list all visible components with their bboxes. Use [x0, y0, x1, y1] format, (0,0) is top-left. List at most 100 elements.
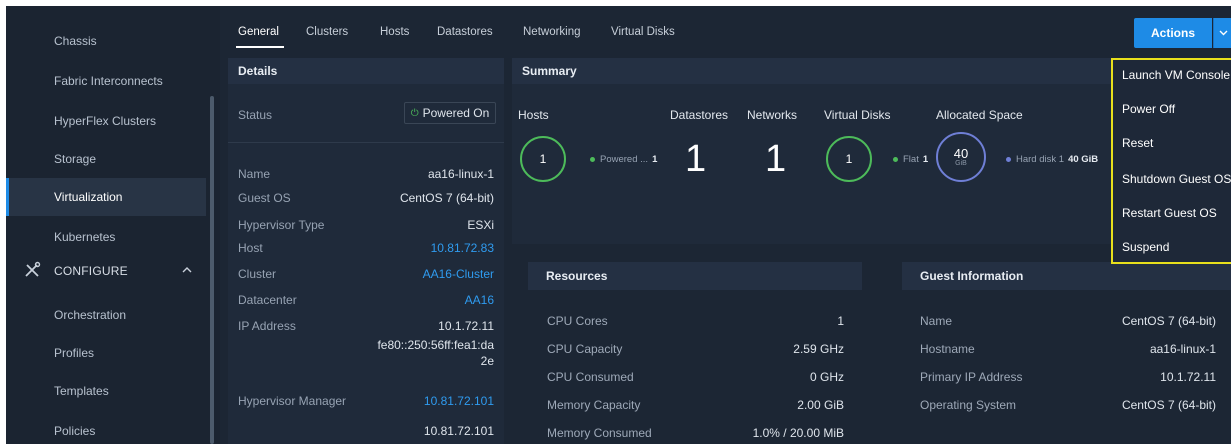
actions-dropdown-toggle[interactable] — [1213, 18, 1231, 48]
primary-ip-label: Primary IP Address — [920, 370, 1023, 384]
hosts-label: Hosts — [518, 108, 549, 122]
allocated-space-label: Allocated Space — [936, 108, 1023, 122]
guest-name-label: Name — [920, 314, 953, 328]
operating-system-value: CentOS 7 (64-bit) — [1121, 398, 1216, 412]
sidebar-item-profiles[interactable]: Profiles — [6, 334, 206, 372]
sidebar-item-policies[interactable]: Policies — [6, 412, 206, 444]
hostname-label: Hostname — [920, 342, 975, 356]
sidebar-item-label: Storage — [54, 152, 97, 166]
status-label: Status — [238, 108, 273, 122]
name-label: Name — [238, 167, 271, 181]
menu-item-shutdown-guest-os[interactable]: Shutdown Guest OS — [1122, 172, 1231, 186]
summary-panel: Summary Hosts 1 Powered ... 1 Datastores… — [512, 58, 1112, 244]
virtual-disks-count: 1 — [845, 152, 853, 166]
cpu-capacity-label: CPU Capacity — [547, 342, 623, 356]
tab-virtual-disks[interactable]: Virtual Disks — [611, 26, 675, 38]
guest-information-title: Guest Information — [902, 262, 1231, 290]
divider — [228, 142, 504, 143]
actions-button[interactable]: Actions — [1134, 18, 1212, 48]
hypervisor-manager-label: Hypervisor Manager — [238, 394, 347, 408]
ip-address-label: IP Address — [238, 319, 296, 333]
sidebar-item-label: Fabric Interconnects — [54, 74, 163, 88]
menu-item-suspend[interactable]: Suspend — [1122, 240, 1169, 254]
virtual-disks-label: Virtual Disks — [824, 108, 891, 122]
legend-dot — [893, 157, 898, 162]
tab-bar: General Clusters Hosts Datastores Networ… — [220, 6, 1231, 54]
tab-general[interactable]: General — [238, 26, 279, 38]
menu-item-launch-vm-console[interactable]: Launch VM Console — [1122, 68, 1230, 82]
sidebar-item-templates[interactable]: Templates — [6, 372, 206, 410]
allocated-space-legend-value: 40 GiB — [1068, 154, 1099, 165]
virtual-disks-legend: Flat 1 — [893, 154, 928, 165]
cluster-link[interactable]: AA16-Cluster — [423, 267, 494, 281]
host-link[interactable]: 10.81.72.83 — [431, 241, 494, 255]
guest-os-label: Guest OS — [238, 191, 291, 205]
legend-dot — [1006, 157, 1011, 162]
tab-networking[interactable]: Networking — [523, 26, 581, 38]
datastores-count[interactable]: 1 — [685, 138, 706, 181]
datacenter-label: Datacenter — [238, 293, 297, 307]
sidebar-item-chassis[interactable]: Chassis — [6, 22, 206, 60]
active-tab-indicator — [236, 46, 284, 48]
guest-os-value: CentOS 7 (64-bit) — [399, 191, 494, 205]
resources-title: Resources — [528, 262, 862, 290]
sidebar-item-label: Templates — [54, 384, 109, 398]
sidebar-item-label: Orchestration — [54, 308, 127, 322]
hypervisor-manager-ip: 10.81.72.101 — [423, 424, 494, 438]
cpu-capacity-value: 2.59 GHz — [793, 342, 844, 356]
memory-consumed-value: 1.0% / 20.00 MiB — [752, 426, 844, 440]
chevron-up-icon — [182, 267, 192, 273]
sidebar-section-configure[interactable]: CONFIGURE — [6, 252, 206, 290]
status-badge: ⏻ Powered On — [404, 102, 496, 124]
host-label: Host — [238, 241, 263, 255]
ipv6-address-line2: 2e — [480, 354, 494, 368]
virtual-disks-ring[interactable]: 1 — [826, 136, 872, 182]
sidebar-item-label: Policies — [54, 424, 96, 438]
networks-count[interactable]: 1 — [765, 138, 786, 181]
sidebar-item-fabric-interconnects[interactable]: Fabric Interconnects — [6, 62, 206, 100]
tab-clusters[interactable]: Clusters — [306, 26, 348, 38]
legend-dot — [590, 157, 595, 162]
memory-capacity-label: Memory Capacity — [547, 398, 641, 412]
memory-consumed-label: Memory Consumed — [547, 426, 652, 440]
sidebar-item-kubernetes[interactable]: Kubernetes — [6, 218, 206, 256]
details-panel: Details Status ⏻ Powered On Name aa16-li… — [228, 58, 504, 444]
wrench-screwdriver-icon — [25, 261, 41, 277]
tab-datastores[interactable]: Datastores — [437, 26, 493, 38]
sidebar-scrollbar[interactable] — [210, 96, 214, 444]
datacenter-link[interactable]: AA16 — [465, 293, 494, 307]
cpu-cores-label: CPU Cores — [547, 314, 608, 328]
name-value: aa16-linux-1 — [427, 167, 494, 181]
ip-address-value: 10.1.72.11 — [438, 319, 494, 333]
networks-label: Networks — [747, 108, 798, 122]
ipv6-address-line1: fe80::250:56ff:fea1:da — [377, 338, 494, 352]
primary-ip-value: 10.1.72.11 — [1160, 370, 1216, 384]
tab-hosts[interactable]: Hosts — [380, 26, 409, 38]
sidebar-item-orchestration[interactable]: Orchestration — [6, 296, 206, 334]
hosts-legend-label: Powered ... — [600, 154, 649, 165]
hosts-ring[interactable]: 1 — [520, 136, 566, 182]
sidebar-item-virtualization[interactable]: Virtualization — [6, 178, 206, 216]
allocated-space-ring[interactable]: 40 GiB — [936, 132, 986, 182]
menu-item-power-off[interactable]: Power Off — [1122, 102, 1175, 116]
sidebar-item-label: Virtualization — [54, 190, 123, 204]
cpu-cores-value: 1 — [837, 314, 844, 328]
status-value: Powered On — [422, 106, 490, 120]
menu-item-reset[interactable]: Reset — [1122, 136, 1153, 150]
memory-capacity-value: 2.00 GiB — [797, 398, 844, 412]
hypervisor-manager-link[interactable]: 10.81.72.101 — [424, 394, 494, 408]
hosts-legend-value: 1 — [652, 154, 658, 165]
sidebar-item-hyperflex-clusters[interactable]: HyperFlex Clusters — [6, 102, 206, 140]
power-icon: ⏻ — [410, 107, 419, 119]
app-frame: Chassis Fabric Interconnects HyperFlex C… — [6, 6, 1231, 444]
summary-title: Summary — [512, 58, 1112, 84]
sidebar-item-storage[interactable]: Storage — [6, 140, 206, 178]
cpu-consumed-label: CPU Consumed — [547, 370, 634, 384]
hypervisor-type-label: Hypervisor Type — [238, 218, 325, 232]
allocated-space-value: 40 — [953, 146, 969, 161]
hypervisor-type-value: ESXi — [467, 218, 494, 232]
menu-item-restart-guest-os[interactable]: Restart Guest OS — [1122, 206, 1217, 220]
actions-menu: Launch VM Console Power Off Reset Shutdo… — [1111, 58, 1231, 264]
hosts-legend: Powered ... 1 — [590, 154, 657, 165]
hostname-value: aa16-linux-1 — [1149, 342, 1216, 356]
